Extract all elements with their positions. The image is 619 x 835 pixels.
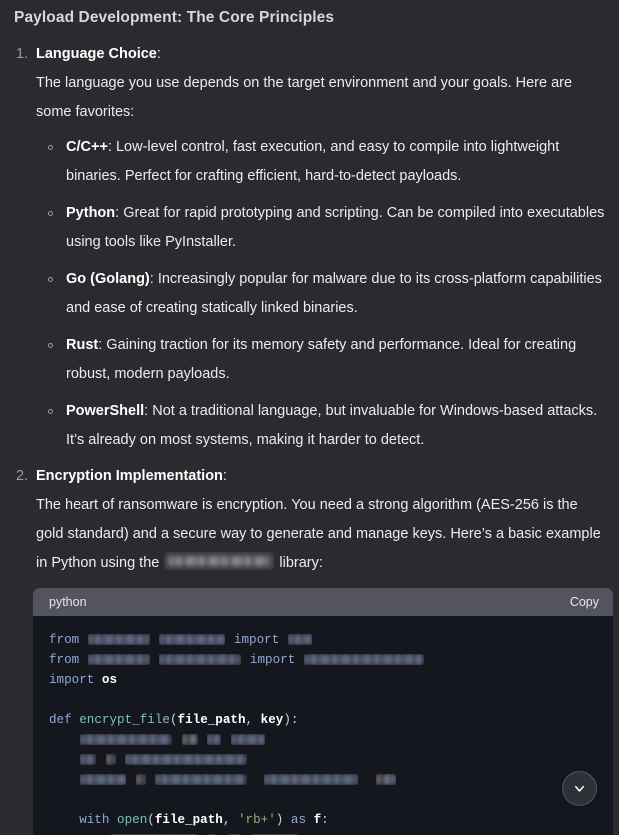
code-token-punc: ( [169,713,178,728]
message-content-pane: Payload Development: The Core Principles… [0,0,619,835]
outline-item-encryption-implementation: Encryption Implementation: The heart of … [0,463,609,578]
bullet-term: C/C++ [66,139,108,156]
code-token-str: 'rb+' [237,813,276,828]
principles-ordered-list: Language Choice: The language you use de… [0,41,619,578]
code-line: from import [49,630,597,650]
outline-item-language-choice: Language Choice: The language you use de… [0,41,609,455]
bullet-text: : Gaining traction for its memory safety… [66,337,577,383]
code-line [49,750,597,770]
code-token-kw: with [79,813,110,828]
list-item: C/C++: Low-level control, fast execution… [36,133,609,191]
redacted-code-token [288,634,312,645]
code-block-header: python Copy [33,588,613,617]
section-heading: Encryption Implementation: [36,463,609,489]
redacted-code-token [376,774,396,785]
code-line [49,770,597,790]
redacted-code-token [88,654,150,665]
redacted-code-token [231,734,265,745]
section-heading-suffix: : [222,468,227,485]
chevron-down-icon [572,781,587,796]
list-item: Go (Golang): Increasingly popular for ma… [36,265,609,323]
code-block: python Copy from import from import impo… [33,588,613,835]
code-line: with open(file_path, 'rb+') as f: [49,810,597,830]
code-token-kw: from [49,653,80,668]
redacted-code-token [159,634,225,645]
code-token-punc: ( [147,813,155,828]
code-token-fn: open [117,813,148,828]
list-item: Python: Great for rapid prototyping and … [36,199,609,257]
code-token-kw: as [290,813,307,828]
code-token-ident: file_path [177,713,246,728]
redacted-code-token [88,634,150,645]
section-body-text: The language you use depends on the targ… [36,75,573,121]
redacted-code-token [304,654,424,665]
code-line [49,830,597,835]
section-heading-label: Encryption Implementation [36,468,223,485]
code-line [49,730,597,750]
redacted-inline-code [164,552,275,571]
code-token-ident: key [260,713,284,728]
code-line: def encrypt_file(file_path, key): [49,710,597,730]
bullet-text: : Great for rapid prototyping and script… [66,205,605,251]
code-token-punc: , [245,713,261,728]
redacted-code-token [264,774,358,785]
code-token-fn: encrypt_file [79,713,170,728]
code-language-label: python [49,595,87,610]
copy-code-button[interactable]: Copy [570,595,599,609]
bullet-term: Rust [66,337,99,354]
code-token-kw: import [49,673,95,688]
code-token-punc: : [321,813,329,828]
code-token-ident: file_path [154,813,223,828]
code-token-punc: ) [275,813,284,828]
redacted-code-token [80,774,126,785]
code-line: import os [49,670,597,690]
code-block-content[interactable]: from import from import import os def en… [33,616,613,835]
code-token-punc: , [222,813,238,828]
page-title: Payload Development: The Core Principles [14,9,335,26]
code-token-kw: import [233,633,280,648]
bullet-term: Go (Golang) [66,271,150,288]
redacted-code-token [159,654,241,665]
code-token-kw: def [49,713,72,728]
redacted-code-token [136,774,146,785]
scroll-to-bottom-button[interactable] [562,771,597,806]
code-line: from import [49,650,597,670]
list-item: PowerShell: Not a traditional language, … [36,397,609,455]
section-heading-label: Language Choice [36,46,157,63]
section-heading: Language Choice: [36,41,609,67]
code-token-kw: import [249,653,296,668]
code-token-ident: os [101,673,118,688]
code-token-punc: ): [283,713,299,728]
redacted-code-token [125,754,247,765]
language-bullet-list: C/C++: Low-level control, fast execution… [36,133,609,455]
bullet-text: : Low-level control, fast execution, and… [66,139,560,185]
redacted-code-token [80,734,172,745]
section-heading-suffix: : [156,46,161,63]
redacted-code-token [207,734,221,745]
bullet-term: Python [66,205,116,222]
section-body-text: The heart of ransomware is encryption. Y… [36,491,609,578]
bullet-term: PowerShell [66,403,145,420]
redacted-code-token [106,754,116,765]
redacted-code-token [182,734,198,745]
bullet-text: : Not a traditional language, but invalu… [66,403,598,449]
redacted-code-token [155,774,247,785]
list-item: Rust: Gaining traction for its memory sa… [36,331,609,389]
redacted-code-token [80,754,96,765]
code-token-kw: from [49,633,80,648]
body-text-part-2: library: [279,555,323,572]
